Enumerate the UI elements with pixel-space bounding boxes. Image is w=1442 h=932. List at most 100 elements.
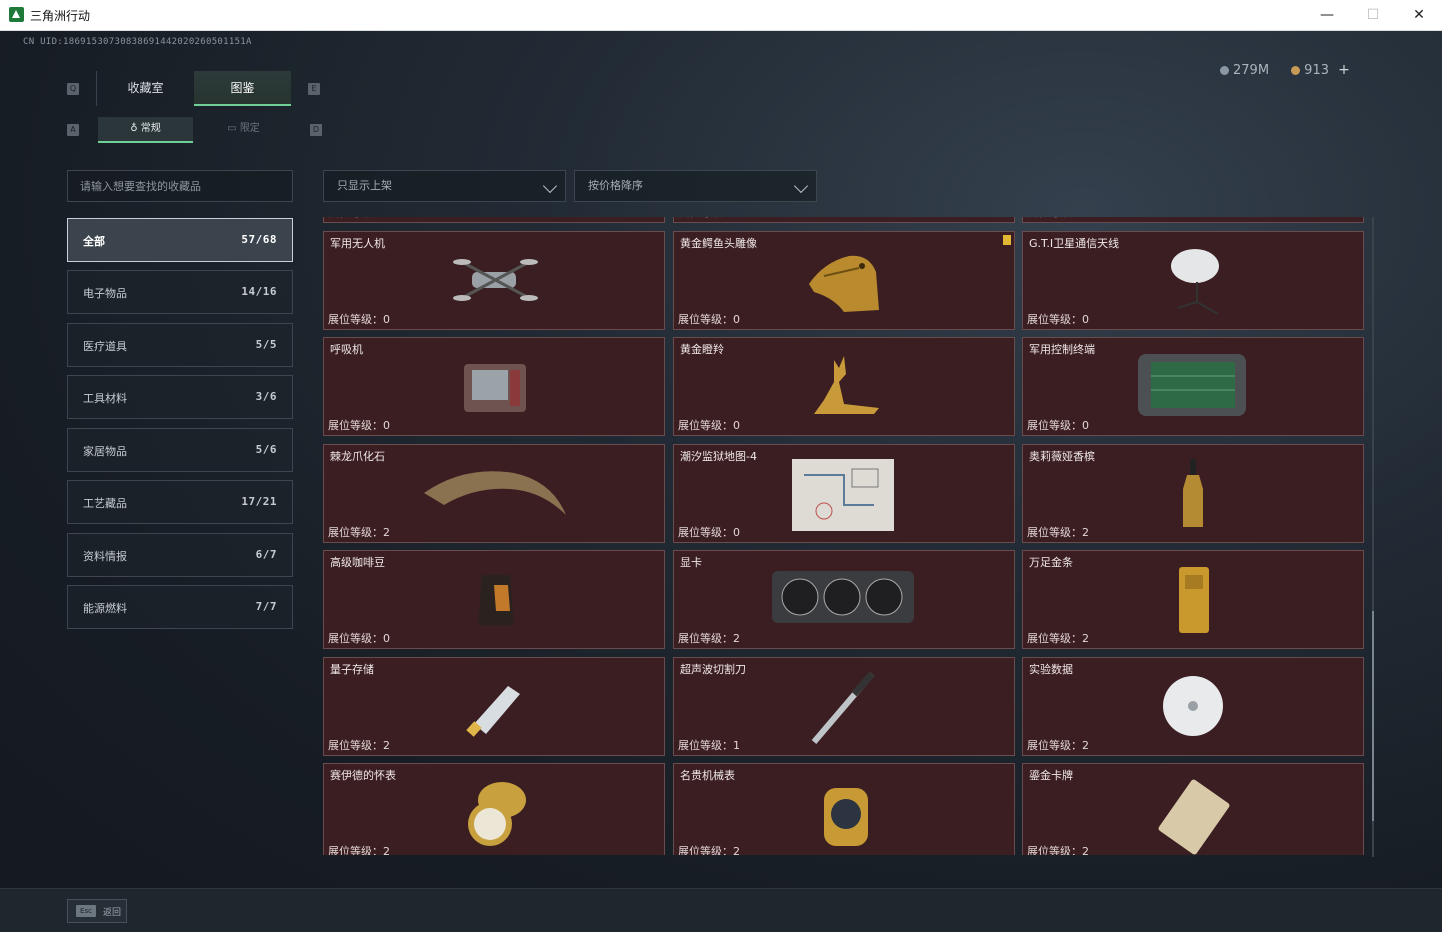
item-card-drone[interactable]: 军用无人机 展位等级：0 [323,231,665,330]
category-name: 全部 [83,235,105,248]
tab-limited[interactable]: ▭ 限定 [196,117,291,143]
tab-normal-label: 常规 [140,123,161,134]
tab-limited-label: 限定 [239,123,260,134]
item-name: G.T.I卫星通信天线 [1029,237,1120,250]
key-hint-e: E [308,83,320,95]
item-card-pocket-watch[interactable]: 赛伊德的怀表 展位等级：2 [323,763,665,855]
back-label: 返回 [103,908,122,918]
item-name: 潮汐监狱地图-4 [680,450,757,463]
sort-dropdown[interactable]: 按价格降序 [574,170,817,202]
item-level: 展位等级：1 [678,739,740,752]
category-crafts[interactable]: 工艺藏品 17/21 [67,480,293,524]
category-all[interactable]: 全部 57/68 [67,218,293,262]
item-level: 展位等级：2 [1027,526,1089,539]
display-filter-value: 只显示上架 [337,179,392,192]
currency-bar: 279M 913 + [1220,62,1350,78]
window-titlebar: 三角洲行动 — ☐ ✕ [0,0,1442,31]
item-name: 高级咖啡豆 [330,556,385,569]
category-household[interactable]: 家居物品 5/6 [67,428,293,472]
category-count: 57/68 [241,233,277,246]
item-name: 呼吸机 [330,343,363,356]
item-card-gold-bar[interactable]: 万足金条 展位等级：2 [1022,550,1364,649]
search-input[interactable] [67,170,293,202]
key-hint-q: Q [67,83,79,95]
back-button[interactable]: Esc 返回 [67,899,127,923]
tab-normal[interactable]: ♁ 常规 [98,117,193,143]
category-intel[interactable]: 资料情报 6/7 [67,533,293,577]
category-energy[interactable]: 能源燃料 7/7 [67,585,293,629]
token-amount: 913 [1304,63,1329,78]
item-name: 军用控制终端 [1029,343,1095,356]
esc-key-hint: Esc [76,905,96,917]
item-name: 军用无人机 [330,237,385,250]
grid-scrollbar-thumb[interactable] [1372,611,1374,821]
maximize-button[interactable]: ☐ [1350,0,1396,31]
category-medical[interactable]: 医疗道具 5/5 [67,323,293,367]
item-name: 量子存储 [330,663,374,676]
item-card-ventilator[interactable]: 呼吸机 展位等级：0 [323,337,665,436]
item-card-graphics-card[interactable]: 显卡 展位等级：2 [673,550,1015,649]
category-count: 6/7 [255,548,277,561]
minimize-button[interactable]: — [1304,0,1350,31]
bottom-bar: Esc 返回 [0,888,1442,932]
item-grid[interactable]: 展位等级：2 展位等级：0 展位等级：0 军用无人机 展位等级：0 黄金鳄鱼头雕… [322,217,1366,855]
display-filter-dropdown[interactable]: 只显示上架 [323,170,566,202]
item-card-luxury-watch[interactable]: 名贵机械表 展位等级：2 [673,763,1015,855]
key-hint-a: A [67,124,79,136]
item-card-data-disc[interactable]: 实验数据 展位等级：2 [1022,657,1364,756]
item-card-gold-crocodile[interactable]: 黄金鳄鱼头雕像 展位等级：0 [673,231,1015,330]
item-level: 展位等级：0 [678,526,740,539]
category-count: 17/21 [241,495,277,508]
item-card-coffee-beans[interactable]: 高级咖啡豆 展位等级：0 [323,550,665,649]
player-uid: CN UID:18691530730838691442020260501151A [23,37,252,47]
item-name: 黄金鳄鱼头雕像 [680,237,757,250]
item-card-gold-gazelle[interactable]: 黄金瞪羚 展位等级：0 [673,337,1015,436]
item-level: 展位等级：2 [678,845,740,855]
chevron-down-icon [793,178,809,194]
close-button[interactable]: ✕ [1396,0,1442,31]
item-name: 名贵机械表 [680,769,735,782]
item-card-control-terminal[interactable]: 军用控制终端 展位等级：0 [1022,337,1364,436]
item-level: 展位等级：0 [328,419,390,432]
card-icon: ▭ [227,123,237,134]
item-level: 展位等级：2 [328,739,390,752]
coin-icon [1220,66,1229,75]
coin-amount: 279M [1233,63,1270,78]
item-card[interactable]: 展位等级：0 [673,217,1015,223]
item-name: 显卡 [680,556,702,569]
item-name: 黄金瞪羚 [680,343,724,356]
item-card-champagne[interactable]: 奥莉薇娅香槟 展位等级：2 [1022,444,1364,543]
item-card-quantum-storage[interactable]: 量子存储 展位等级：2 [323,657,665,756]
add-currency-button[interactable]: + [1338,62,1350,78]
item-card-prison-map[interactable]: 潮汐监狱地图-4 展位等级：0 [673,444,1015,543]
item-card[interactable]: 展位等级：2 [323,217,665,223]
item-level: 展位等级：0 [678,419,740,432]
tab-atlas[interactable]: 图鉴 [194,71,291,106]
category-name: 资料情报 [83,550,127,563]
item-level: 展位等级：0 [328,632,390,645]
category-electronics[interactable]: 电子物品 14/16 [67,270,293,314]
item-level: 展位等级：2 [328,526,390,539]
item-level: 展位等级：0 [1027,313,1089,326]
window-title: 三角洲行动 [30,9,91,23]
item-card[interactable]: 展位等级：0 [1022,217,1364,223]
token-icon [1291,66,1301,75]
category-name: 工艺藏品 [83,497,127,510]
item-name: 实验数据 [1029,663,1073,676]
item-level: 展位等级：2 [328,845,390,855]
category-name: 电子物品 [83,287,127,300]
game-viewport: CN UID:18691530730838691442020260501151A… [0,31,1442,932]
category-tools[interactable]: 工具材料 3/6 [67,375,293,419]
item-level: 展位等级：2 [1027,845,1089,855]
chevron-down-icon [542,178,558,194]
item-name: 棘龙爪化石 [330,450,385,463]
item-name: 鎏金卡牌 [1029,769,1073,782]
item-card-satellite-antenna[interactable]: G.T.I卫星通信天线 展位等级：0 [1022,231,1364,330]
item-card-claw-fossil[interactable]: 棘龙爪化石 展位等级：2 [323,444,665,543]
tab-collection-room[interactable]: 收藏室 [96,71,194,106]
lamp-icon: ♁ [130,123,138,134]
item-card-ultrasonic-cutter[interactable]: 超声波切割刀 展位等级：1 [673,657,1015,756]
item-card-gilded-card[interactable]: 鎏金卡牌 展位等级：2 [1022,763,1364,855]
item-level: 展位等级：2 [678,632,740,645]
item-level: 展位等级：0 [1027,217,1089,220]
